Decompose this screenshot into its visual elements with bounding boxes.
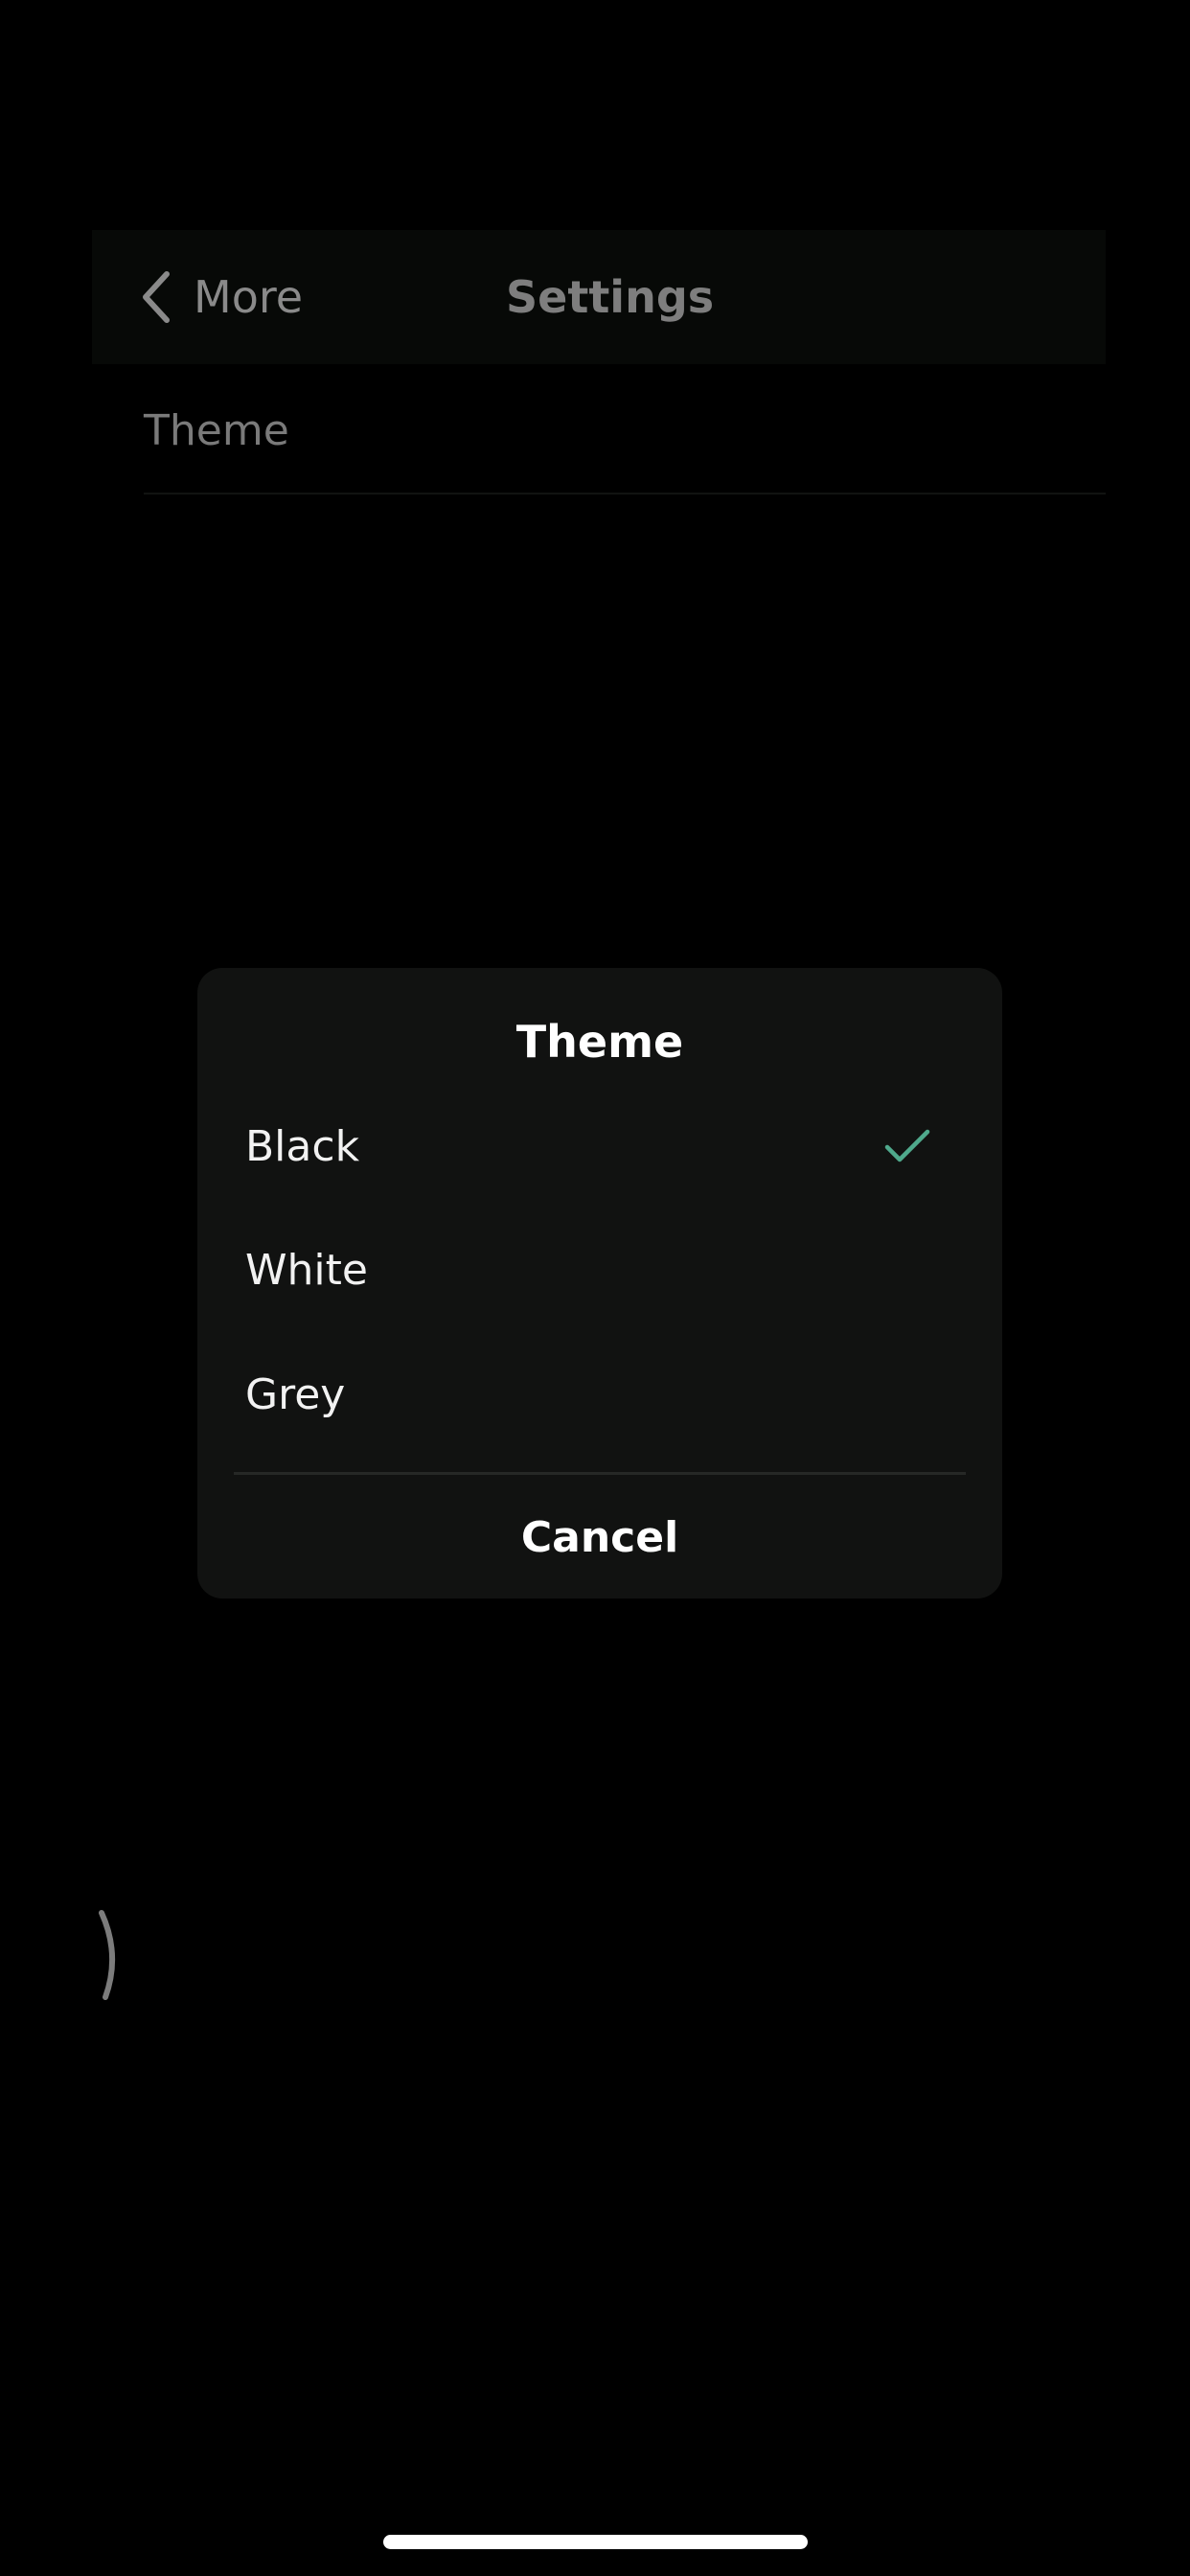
back-button[interactable]: More <box>140 230 303 364</box>
option-label: Grey <box>245 1369 346 1419</box>
dialog-divider <box>234 1472 966 1475</box>
theme-option-black[interactable]: Black <box>245 1093 954 1199</box>
option-label: Black <box>245 1121 360 1171</box>
settings-row-label: Theme <box>144 406 289 455</box>
checkmark-icon <box>883 1128 954 1164</box>
loading-spinner-icon <box>94 1907 123 2007</box>
theme-option-white[interactable]: White <box>245 1217 954 1322</box>
theme-dialog: Theme Black White Grey Cancel <box>197 968 1002 1598</box>
option-label: White <box>245 1245 368 1295</box>
back-button-label: More <box>194 271 304 323</box>
settings-row-theme[interactable]: Theme <box>144 393 1106 494</box>
home-indicator[interactable] <box>383 2535 808 2549</box>
dialog-title: Theme <box>515 1016 684 1068</box>
theme-option-grey[interactable]: Grey <box>245 1342 954 1447</box>
chevron-left-icon <box>140 270 172 324</box>
cancel-button[interactable]: Cancel <box>197 1476 1002 1598</box>
page-title: Settings <box>506 271 715 323</box>
navigation-bar: More Settings <box>92 230 1106 364</box>
